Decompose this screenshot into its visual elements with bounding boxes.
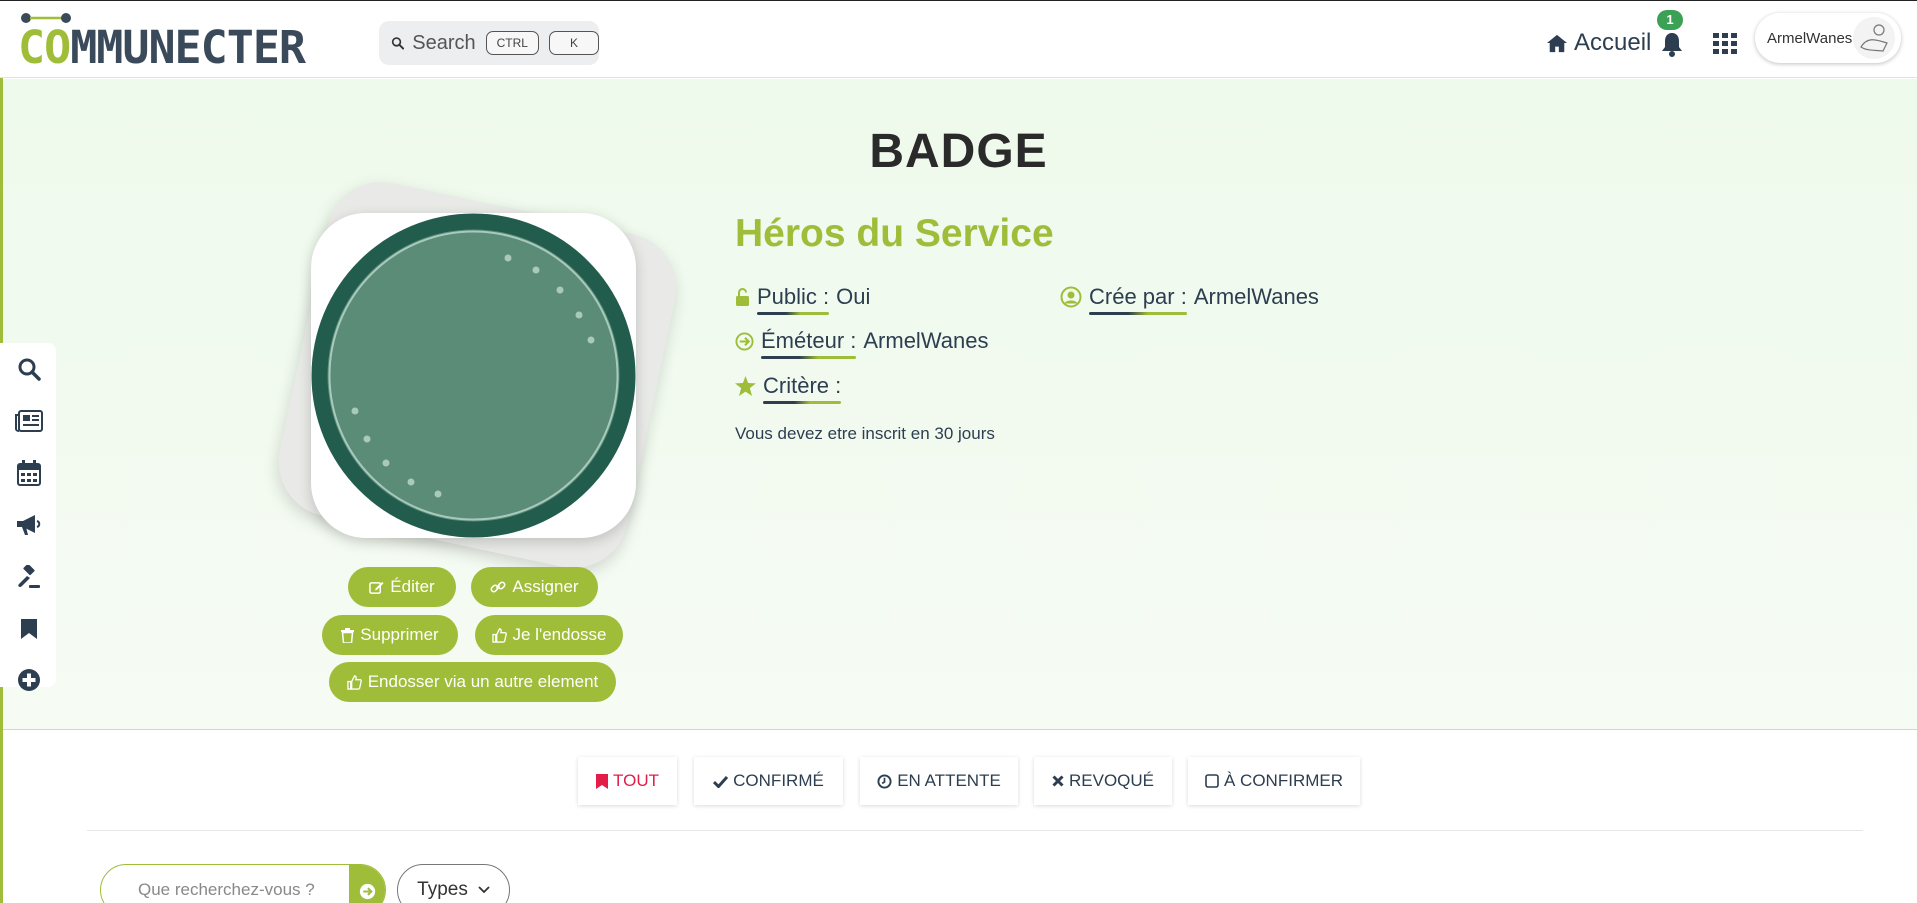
assign-button[interactable]: Assigner: [471, 567, 598, 607]
logo-rest: MMUNECTER: [70, 21, 306, 74]
calendar-icon: [17, 460, 41, 486]
tab-to-confirm-label: À CONFIRMER: [1224, 771, 1343, 790]
sidebar-item-news[interactable]: [15, 407, 43, 435]
tab-confirmed-label: CONFIRMÉ: [733, 771, 824, 790]
trash-icon: [341, 627, 355, 643]
checkbox-empty-icon: [1205, 774, 1219, 788]
search-label: Search: [412, 31, 476, 54]
apps-grid-icon[interactable]: [1713, 33, 1737, 55]
chevron-down-icon: [478, 886, 490, 894]
home-icon: [1547, 34, 1567, 53]
kbd-ctrl: CTRL: [485, 31, 539, 55]
news-icon: [15, 410, 43, 432]
endorse-other-label: Endosser via un autre element: [367, 672, 599, 691]
communecter-logo[interactable]: COMMUNECTER: [18, 9, 366, 73]
check-icon: [713, 775, 729, 788]
tab-revoked[interactable]: REVOQUÉ: [1034, 757, 1172, 805]
tab-revoked-label: REVOQUÉ: [1068, 771, 1155, 790]
user-menu-button[interactable]: ArmelWanes: [1755, 13, 1901, 63]
link-icon: [490, 581, 506, 593]
user-name: ArmelWanes: [1767, 29, 1853, 47]
add-icon: [18, 669, 40, 691]
tab-confirmed[interactable]: CONFIRMÉ: [694, 757, 843, 805]
thumbs-up-icon: [491, 627, 507, 643]
left-sidebar: [0, 343, 56, 691]
thumbs-up-icon: [346, 674, 362, 690]
search-icon: [391, 37, 405, 50]
megaphone-icon: [17, 515, 41, 535]
home-link[interactable]: Accueil: [1546, 29, 1651, 57]
public-field: Public : Oui: [735, 284, 871, 315]
edit-label: Éditer: [390, 577, 435, 596]
arrow-circle-right-icon: [359, 883, 375, 899]
badge-search-box: [100, 864, 386, 903]
badge-image: [311, 213, 636, 538]
gavel-icon: [18, 565, 40, 588]
tab-all[interactable]: TOUT: [578, 757, 677, 805]
types-dropdown[interactable]: Types: [397, 864, 510, 903]
badge-search-input[interactable]: [121, 865, 351, 903]
star-icon: [735, 376, 756, 396]
tab-to-confirm[interactable]: À CONFIRMER: [1188, 757, 1360, 805]
issuer-field: Éméteur : ArmelWanes: [735, 328, 988, 359]
badge-name: Héros du Service: [735, 212, 1054, 255]
public-value: Oui: [836, 284, 871, 309]
sidebar-item-search[interactable]: [15, 355, 43, 383]
delete-label: Supprimer: [360, 625, 439, 644]
issuer-value[interactable]: ArmelWanes: [863, 328, 988, 354]
edit-icon: [369, 581, 384, 594]
home-label: Accueil: [1574, 29, 1652, 56]
global-search-button[interactable]: Search CTRL K: [379, 21, 599, 65]
edit-button[interactable]: Éditer: [348, 567, 456, 607]
endorse-button[interactable]: Je l'endosse: [475, 615, 623, 655]
sidebar-item-add[interactable]: [15, 666, 43, 694]
logo-wordmark: COMMUNECTER: [18, 21, 306, 74]
unlock-icon: [736, 287, 749, 306]
public-key: Public :: [757, 284, 830, 315]
search-icon: [18, 358, 41, 381]
divider: [87, 830, 1863, 831]
page-title: BADGE: [869, 125, 1048, 178]
kbd-k: K: [548, 31, 599, 55]
top-navbar: COMMUNECTER Search CTRL K Accueil 1 Arme…: [0, 0, 1917, 78]
clock-icon: [877, 773, 892, 789]
bookmark-icon: [21, 619, 37, 639]
criteria-key: Critère :: [763, 373, 842, 404]
sidebar-item-calendar[interactable]: [15, 459, 43, 487]
notification-count-badge: 1: [1657, 10, 1683, 30]
logo-prefix: CO: [18, 21, 71, 74]
creator-value[interactable]: ArmelWanes: [1194, 284, 1319, 310]
bell-icon[interactable]: [1660, 31, 1684, 57]
assign-label: Assigner: [512, 577, 579, 596]
criteria-description: Vous devez etre inscrit en 30 jours: [735, 424, 995, 443]
issuer-key: Éméteur :: [761, 328, 857, 359]
tab-all-label: TOUT: [613, 771, 659, 790]
criteria-field: Critère :: [735, 373, 842, 404]
creator-key: Crée par :: [1089, 284, 1187, 315]
badge-search-submit[interactable]: [349, 865, 385, 903]
user-circle-icon: [1060, 286, 1082, 308]
tab-pending[interactable]: EN ATTENTE: [860, 757, 1018, 805]
types-label: Types: [417, 879, 468, 900]
delete-button[interactable]: Supprimer: [322, 615, 458, 655]
bookmark-icon: [596, 773, 609, 789]
arrow-circle-right-icon: [735, 331, 754, 351]
tab-pending-label: EN ATTENTE: [897, 771, 1001, 790]
sidebar-item-announcements[interactable]: [15, 511, 43, 539]
sidebar-item-bookmarks[interactable]: [15, 615, 43, 643]
avatar: [1853, 17, 1895, 59]
close-icon: [1052, 775, 1064, 787]
endorse-label: Je l'endosse: [512, 625, 607, 644]
sidebar-item-votes[interactable]: [15, 563, 43, 591]
creator-field: Crée par : ArmelWanes: [1060, 284, 1319, 315]
endorse-other-button[interactable]: Endosser via un autre element: [329, 662, 616, 702]
